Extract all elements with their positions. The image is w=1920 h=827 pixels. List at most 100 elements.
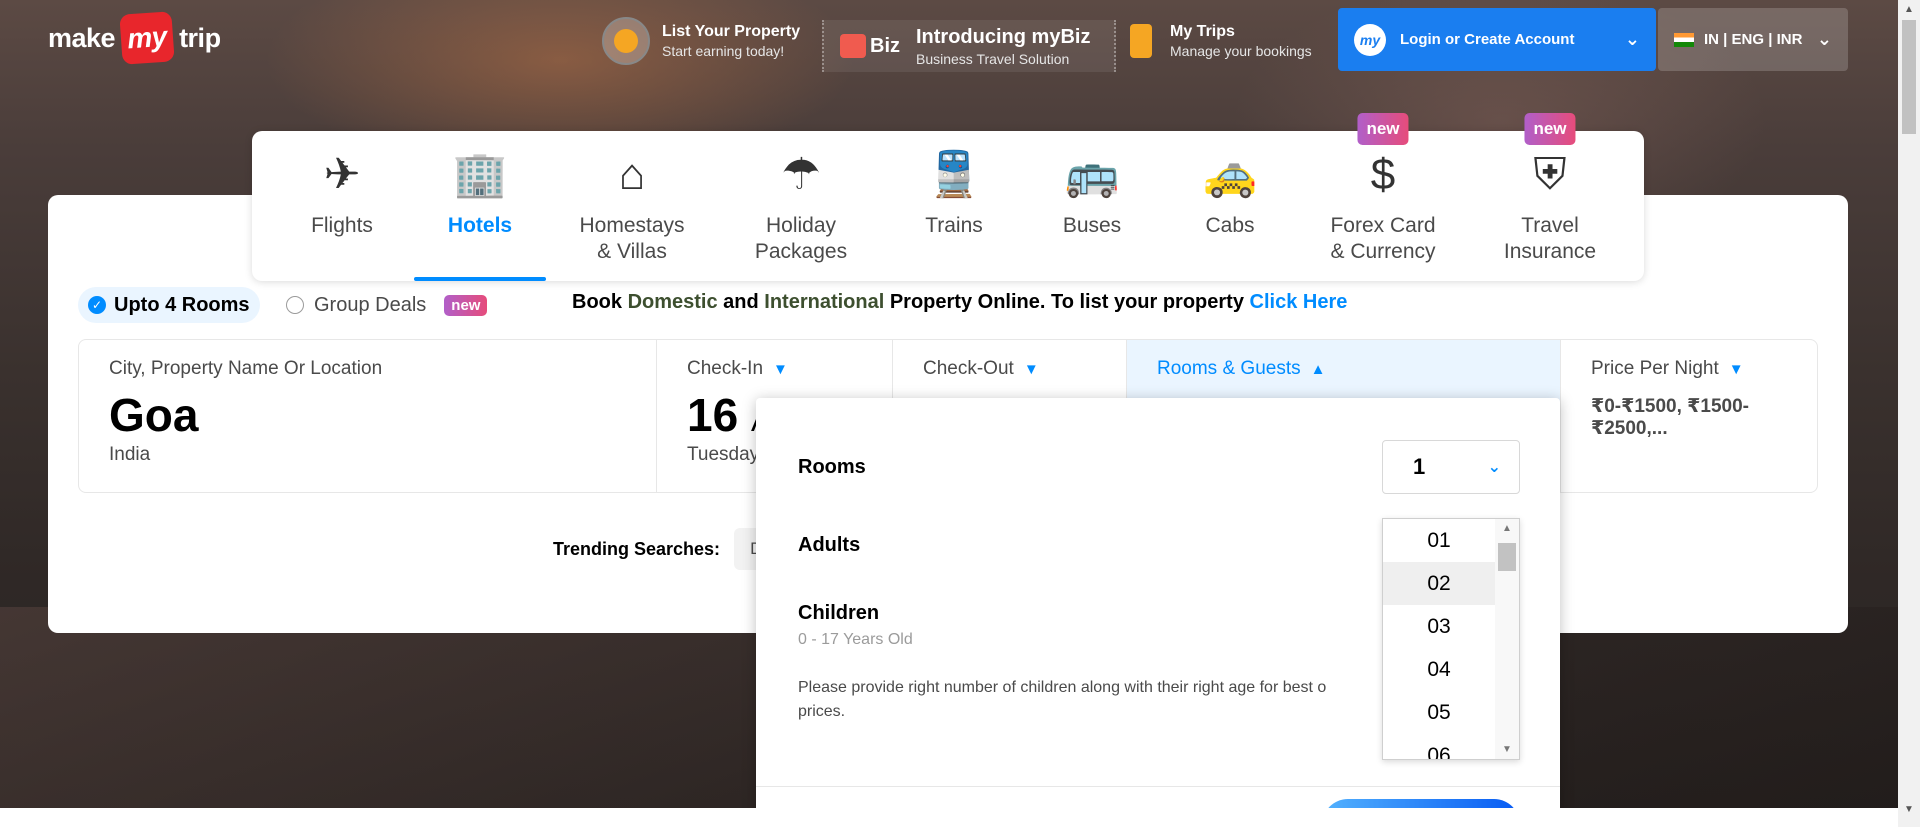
- adults-label: Adults: [798, 534, 861, 556]
- new-badge: new: [444, 294, 488, 316]
- chevron-up-icon: ▲: [1310, 360, 1326, 378]
- upto-4-rooms-option[interactable]: ✓ Upto 4 Rooms: [78, 287, 260, 323]
- children-note: Please provide right number of children …: [798, 679, 1327, 720]
- checkout-label: Check-Out ▼: [923, 358, 1039, 379]
- click-here-link[interactable]: Click Here: [1250, 291, 1348, 313]
- mybiz-logo: Biz: [840, 34, 900, 58]
- rooms-guests-label: Rooms & Guests ▲: [1157, 358, 1326, 379]
- scroll-down-arrow-icon[interactable]: ▼: [1502, 744, 1512, 755]
- price-value: ₹0-₹1500, ₹1500-₹2500,...: [1591, 396, 1749, 439]
- list-property-title: List Your Property: [662, 23, 801, 40]
- new-badge: new: [1357, 113, 1409, 145]
- forex-card-icon: $: [1370, 150, 1396, 199]
- train-icon: 🚆: [926, 150, 982, 199]
- insurance-shield-icon: ⛨: [1533, 150, 1567, 199]
- trending-searches: Trending Searches: Du: [553, 528, 788, 570]
- beach-umbrella-icon: ☂: [781, 150, 821, 199]
- mybiz-subtitle: Business Travel Solution: [916, 50, 1070, 67]
- logo-text-trip: trip: [179, 22, 221, 53]
- locale-selector[interactable]: IN | ENG | INR ⌄: [1658, 8, 1848, 71]
- adults-option[interactable]: 01: [1383, 519, 1495, 562]
- nav-label-line2: & Villas: [597, 240, 667, 263]
- nav-label-line2: Packages: [754, 240, 848, 263]
- checkin-label: Check-In ▼: [687, 358, 788, 379]
- nav-hotels[interactable]: 🏢 Hotels: [412, 131, 548, 281]
- panel-divider: [756, 786, 1560, 787]
- nav-travel-insurance[interactable]: new ⛨ Travel Insurance: [1468, 113, 1632, 281]
- country-value: India: [109, 444, 151, 465]
- scroll-up-arrow-icon[interactable]: ▲: [1502, 523, 1512, 534]
- page-scrollbar[interactable]: ▲ ▼: [1898, 0, 1920, 827]
- car-icon: 🚕: [1202, 150, 1258, 199]
- login-button[interactable]: my Login or Create Account ⌄: [1338, 8, 1656, 71]
- new-badge: new: [1524, 113, 1576, 145]
- children-age-hint: 0 - 17 Years Old: [798, 631, 913, 648]
- price-per-night-field[interactable]: Price Per Night ▼ ₹0-₹1500, ₹1500-₹2500,.…: [1561, 340, 1817, 492]
- list-property-link[interactable]: List Your Property Start earning today!: [602, 12, 800, 70]
- adults-option[interactable]: 05: [1383, 691, 1495, 734]
- children-label: Children: [798, 602, 880, 624]
- nav-label-line1: Homestays: [579, 214, 685, 237]
- key-icon: [602, 17, 650, 65]
- rooms-value: 1: [1413, 454, 1426, 479]
- nav-label: Flights: [311, 214, 373, 237]
- page-bottom-strip: [0, 808, 1898, 827]
- nav-homestays[interactable]: ⌂ Homestays & Villas: [548, 131, 716, 281]
- rooms-select[interactable]: 1 ⌄: [1382, 440, 1520, 494]
- children-block: Children 0 - 17 Years Old: [798, 602, 913, 649]
- nav-label-line1: Travel: [1521, 214, 1579, 237]
- adults-option[interactable]: 04: [1383, 648, 1495, 691]
- city-value: Goa: [109, 389, 199, 441]
- nav-label-line1: Forex Card: [1330, 214, 1436, 237]
- adults-options-list[interactable]: 01 02 03 04 05 06 ▲ ▼: [1382, 518, 1520, 760]
- nav-label: Buses: [1062, 214, 1122, 237]
- adults-option[interactable]: 02: [1383, 562, 1495, 605]
- chevron-down-icon: ▼: [773, 360, 788, 378]
- logo-text-make: make: [48, 22, 116, 53]
- group-deals-option[interactable]: Group Deals new: [286, 287, 488, 323]
- list-property-subtitle: Start earning today!: [662, 43, 785, 59]
- mybiz-title: Introducing myBiz: [916, 25, 1091, 48]
- chevron-down-icon: ⌄: [1816, 29, 1832, 49]
- chevron-down-icon: ⌄: [1624, 29, 1640, 49]
- nav-holiday-packages[interactable]: ☂ Holiday Packages: [716, 131, 886, 281]
- adults-option[interactable]: 03: [1383, 605, 1495, 648]
- nav-label: Hotels: [447, 214, 513, 237]
- login-label: Login or Create Account: [1400, 31, 1575, 48]
- rooms-label: Rooms: [798, 456, 866, 478]
- radio-icon: [286, 296, 304, 314]
- hotel-building-icon: 🏢: [452, 150, 508, 199]
- nav-forex[interactable]: new $ Forex Card & Currency: [1298, 113, 1468, 281]
- list-scrollbar[interactable]: ▲ ▼: [1495, 519, 1519, 759]
- scrollbar-thumb[interactable]: [1498, 543, 1516, 571]
- chevron-down-icon: ▼: [1023, 360, 1039, 378]
- rooms-guests-panel: Rooms 1 ⌄ Adults Children 0 - 17 Years O…: [756, 398, 1560, 827]
- book-property-line: Book Domestic and International Property…: [572, 291, 1348, 313]
- checkmark-icon: ✓: [88, 296, 106, 314]
- scrollbar-thumb[interactable]: [1902, 20, 1916, 134]
- nav-label-line1: Holiday: [765, 214, 837, 237]
- scroll-up-arrow-icon[interactable]: ▲: [1904, 4, 1914, 15]
- my-trips-subtitle: Manage your bookings: [1170, 43, 1312, 59]
- city-field[interactable]: City, Property Name Or Location Goa Indi…: [79, 340, 657, 492]
- chevron-down-icon: ▼: [1728, 360, 1744, 378]
- makemytrip-logo[interactable]: make my trip: [48, 11, 221, 65]
- group-deals-label: Group Deals: [314, 293, 427, 316]
- nav-label-line2: & Currency: [1330, 240, 1436, 263]
- nav-cabs[interactable]: 🚕 Cabs: [1162, 131, 1298, 281]
- adults-option[interactable]: 06: [1383, 734, 1495, 760]
- nav-trains[interactable]: 🚆 Trains: [886, 131, 1022, 281]
- upto-rooms-label: Upto 4 Rooms: [114, 293, 250, 316]
- trending-label: Trending Searches:: [553, 538, 721, 559]
- locale-label: IN | ENG | INR: [1704, 31, 1803, 48]
- bus-icon: 🚌: [1064, 150, 1120, 199]
- my-trips-title: My Trips: [1170, 23, 1235, 40]
- house-icon: ⌂: [618, 150, 646, 199]
- mybiz-link[interactable]: Biz Introducing myBiz Business Travel So…: [822, 20, 1116, 72]
- nav-buses[interactable]: 🚌 Buses: [1022, 131, 1162, 281]
- nav-flights[interactable]: ✈ Flights: [272, 131, 412, 281]
- logo-text-my: my: [119, 11, 175, 65]
- scroll-down-arrow-icon[interactable]: ▼: [1904, 804, 1914, 815]
- airplane-icon: ✈: [323, 150, 361, 199]
- my-trips-link[interactable]: My Trips Manage your bookings: [1126, 12, 1312, 70]
